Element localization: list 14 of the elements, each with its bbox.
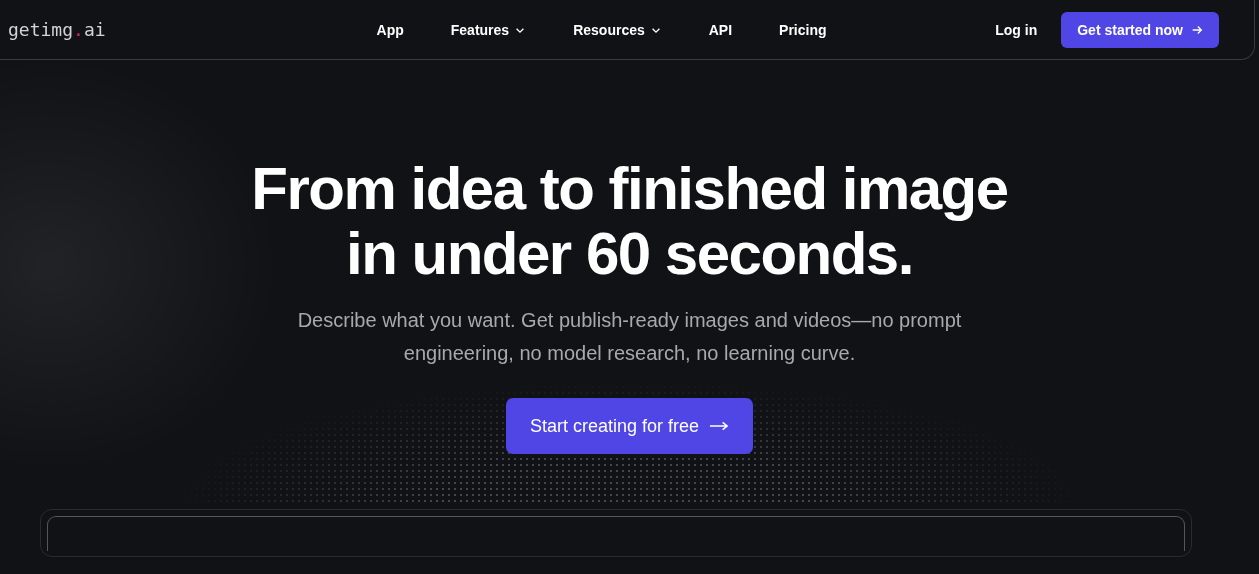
nav-link[interactable]: Features (450, 21, 527, 38)
get-started-button[interactable]: Get started now (1061, 11, 1219, 48)
arrow-right-icon (709, 419, 730, 433)
nav-link[interactable]: App (376, 21, 404, 38)
arrow-right-icon (1191, 23, 1203, 36)
nav-link[interactable]: API (708, 21, 733, 38)
hero-title: From idea to finished image (251, 156, 1008, 221)
nav-link[interactable]: Resources (573, 21, 662, 38)
start-creating-button[interactable]: Start creating for free (505, 398, 754, 454)
logo[interactable]: getimg.ai (8, 19, 106, 40)
login-link[interactable]: Log in (995, 21, 1038, 38)
hero-title: in under 60 seconds. (346, 221, 913, 286)
nav-link[interactable]: Pricing (779, 21, 827, 38)
hero-subtitle: Describe what you want. Get publish-ready images and videos—no prompt engineering, no model research, no learning curve. (296, 308, 963, 366)
